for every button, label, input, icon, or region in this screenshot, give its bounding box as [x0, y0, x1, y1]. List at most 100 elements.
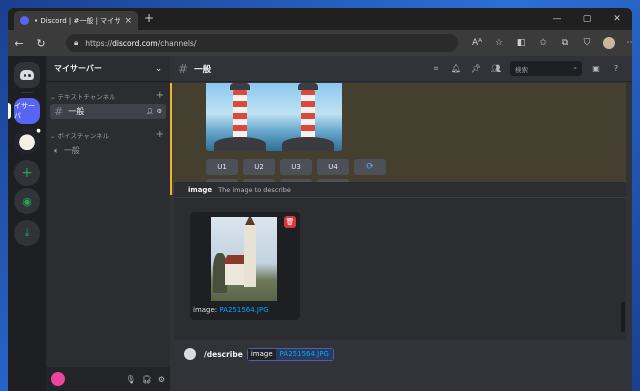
voice-channel-name: 一般: [63, 146, 80, 155]
home-button[interactable]: [14, 62, 40, 88]
u1-button[interactable]: U1: [206, 159, 238, 175]
bot-avatar: [184, 348, 196, 360]
collections-icon[interactable]: ⧉: [554, 32, 576, 54]
header-toolbar: ⌗ 🔔︎ 📌︎ 👥︎ 検索 ⌕ ▣ ?: [426, 61, 626, 76]
channel-item-general-voice[interactable]: 🔈︎ 一般: [50, 143, 166, 158]
window-controls: — ▢ ✕: [542, 8, 632, 30]
user-controls: 🎙︎ 🎧︎ ⚙: [126, 375, 165, 384]
option-pill-value: PA251564.JPG: [275, 348, 333, 360]
channel-header: # 一般 ⌗ 🔔︎ 📌︎ 👥︎ 検索 ⌕ ▣ ?: [170, 56, 632, 82]
close-window-button[interactable]: ✕: [602, 8, 632, 30]
channel-item-general-text[interactable]: # 一般 👤︎ ⚙: [50, 104, 166, 119]
file-label: image:: [193, 306, 218, 314]
u3-button[interactable]: U3: [280, 159, 312, 175]
server-icon-my-server[interactable]: イサーバ: [14, 98, 40, 124]
upload-preview-card: 🗑︎ image: PA251564.JPG: [190, 212, 300, 320]
headphones-icon[interactable]: 🎧︎: [142, 375, 152, 384]
command-option-pill[interactable]: image PA251564.JPG: [246, 347, 334, 361]
file-name-link[interactable]: PA251564.JPG: [219, 306, 268, 314]
panel-scrollbar[interactable]: [621, 302, 625, 332]
category-voice-channels[interactable]: ⌄ ボイスチャンネル +: [46, 129, 170, 140]
slash-command-name: /describe: [204, 349, 243, 359]
back-arrow-icon[interactable]: ←: [8, 32, 30, 54]
profile-avatar[interactable]: [603, 37, 615, 49]
user-panel: 🎙︎ 🎧︎ ⚙: [46, 367, 170, 391]
address-bar[interactable]: 🔒︎ https://discord.com/channels/: [66, 34, 458, 52]
uploaded-photo-thumbnail[interactable]: [211, 217, 277, 301]
tab-close-icon[interactable]: ×: [124, 16, 132, 26]
favorites-icon[interactable]: ✩: [532, 32, 554, 54]
discord-app: イサーバ ● + ◉ ⤓ マイサーバー ⌄ ⌄ テキストチャンネル + # 一般…: [8, 56, 632, 391]
help-icon[interactable]: ?: [606, 64, 626, 73]
lock-icon[interactable]: 🔒︎: [74, 38, 78, 48]
category-label: ⌄ テキストチャンネル: [50, 92, 116, 101]
read-aloud-icon[interactable]: Aᴬ: [466, 32, 488, 54]
notification-bell-icon[interactable]: 🔔︎: [446, 64, 466, 73]
url-text: https://discord.com/channels/: [85, 39, 196, 48]
message-input[interactable]: /describe image PA251564.JPG: [184, 343, 624, 365]
user-avatar[interactable]: [51, 372, 65, 386]
hash-icon: #: [178, 61, 189, 76]
maximize-button[interactable]: ▢: [572, 8, 602, 30]
inbox-icon[interactable]: ▣: [586, 64, 606, 73]
discord-favicon-icon: [20, 16, 29, 25]
browser-window: • Discord | #一般 | マイサーバー × + — ▢ ✕ ← ↻ 🔒…: [8, 8, 632, 391]
discord-logo-icon: [20, 70, 34, 80]
server-icon-image[interactable]: ●: [14, 126, 43, 154]
tab-bar: • Discord | #一般 | マイサーバー × + — ▢ ✕: [8, 8, 632, 30]
category-label: ⌄ ボイスチャンネル: [50, 131, 110, 140]
delete-trash-icon[interactable]: 🗑︎: [284, 216, 296, 228]
user-settings-gear-icon[interactable]: ⚙: [158, 375, 165, 384]
add-channel-icon[interactable]: +: [156, 90, 164, 101]
text-category-name: テキストチャンネル: [57, 92, 116, 101]
selected-server-pill: [8, 103, 11, 119]
extensions-icon[interactable]: ◧: [510, 32, 532, 54]
u4-button[interactable]: U4: [317, 159, 349, 175]
option-description: The image to describe: [218, 185, 291, 194]
upscale-button-row: U1 U2 U3 U4 ⟳: [206, 159, 386, 175]
explore-compass-icon[interactable]: ◉: [14, 188, 40, 214]
highlighted-message: U1 U2 U3 U4 ⟳ V1 V2 V3 V4: [170, 83, 626, 195]
server-name: マイサーバー: [54, 64, 102, 73]
hash-icon: #: [54, 105, 64, 118]
channel-sidebar: マイサーバー ⌄ ⌄ テキストチャンネル + # 一般 👤︎ ⚙ ⌄ ボイスチャ…: [46, 56, 170, 391]
invite-icon[interactable]: 👤︎: [146, 108, 154, 115]
minimize-button[interactable]: —: [542, 8, 572, 30]
new-tab-button[interactable]: +: [144, 11, 154, 25]
channel-actions: 👤︎ ⚙: [146, 108, 162, 115]
browser-tab[interactable]: • Discord | #一般 | マイサーバー ×: [14, 11, 138, 30]
generated-image-grid[interactable]: [206, 83, 342, 151]
channel-name: 一般: [68, 107, 85, 116]
image-tile-left: [206, 83, 274, 151]
search-icon: ⌕: [573, 64, 577, 72]
notification-badge-icon: ●: [34, 126, 43, 135]
more-menu-icon[interactable]: ⋯: [620, 32, 633, 54]
voice-category-name: ボイスチャンネル: [57, 131, 110, 140]
server-list: イサーバ ● + ◉ ⤓: [8, 56, 46, 391]
url-path: /channels/: [157, 38, 197, 48]
favorite-star-icon[interactable]: ☆: [488, 32, 510, 54]
pin-icon[interactable]: 📌︎: [466, 64, 486, 73]
shield-icon[interactable]: ⛉: [576, 32, 598, 54]
upload-filename: image: PA251564.JPG: [193, 306, 269, 314]
tab-title: • Discord | #一般 | マイサーバー: [34, 16, 121, 25]
threads-icon[interactable]: ⌗: [426, 64, 446, 74]
option-pill-key: image: [247, 348, 276, 360]
command-option-header: image The image to describe: [174, 182, 626, 198]
chat-area: # 一般 ⌗ 🔔︎ 📌︎ 👥︎ 検索 ⌕ ▣ ? U1 U2 U3 U4 ⟳ i…: [170, 56, 632, 391]
slash-command-panel: image The image to describe 🗑︎ image: PA…: [174, 182, 626, 340]
member-list-icon[interactable]: 👥︎: [486, 64, 506, 73]
navigation-bar: ← ↻ 🔒︎ https://discord.com/channels/ Aᴬ …: [8, 30, 632, 56]
server-header[interactable]: マイサーバー ⌄: [46, 56, 170, 82]
reroll-refresh-icon[interactable]: ⟳: [354, 159, 386, 175]
u2-button[interactable]: U2: [243, 159, 275, 175]
add-voice-channel-icon[interactable]: +: [156, 129, 164, 140]
refresh-icon[interactable]: ↻: [30, 32, 52, 54]
channel-settings-gear-icon[interactable]: ⚙: [157, 108, 162, 115]
category-text-channels[interactable]: ⌄ テキストチャンネル +: [46, 90, 170, 101]
download-apps-icon[interactable]: ⤓: [14, 220, 40, 246]
search-input[interactable]: 検索 ⌕: [510, 61, 582, 76]
url-scheme: https://: [85, 38, 113, 48]
mute-mic-icon[interactable]: 🎙︎: [126, 375, 136, 384]
add-server-button[interactable]: +: [14, 160, 40, 186]
